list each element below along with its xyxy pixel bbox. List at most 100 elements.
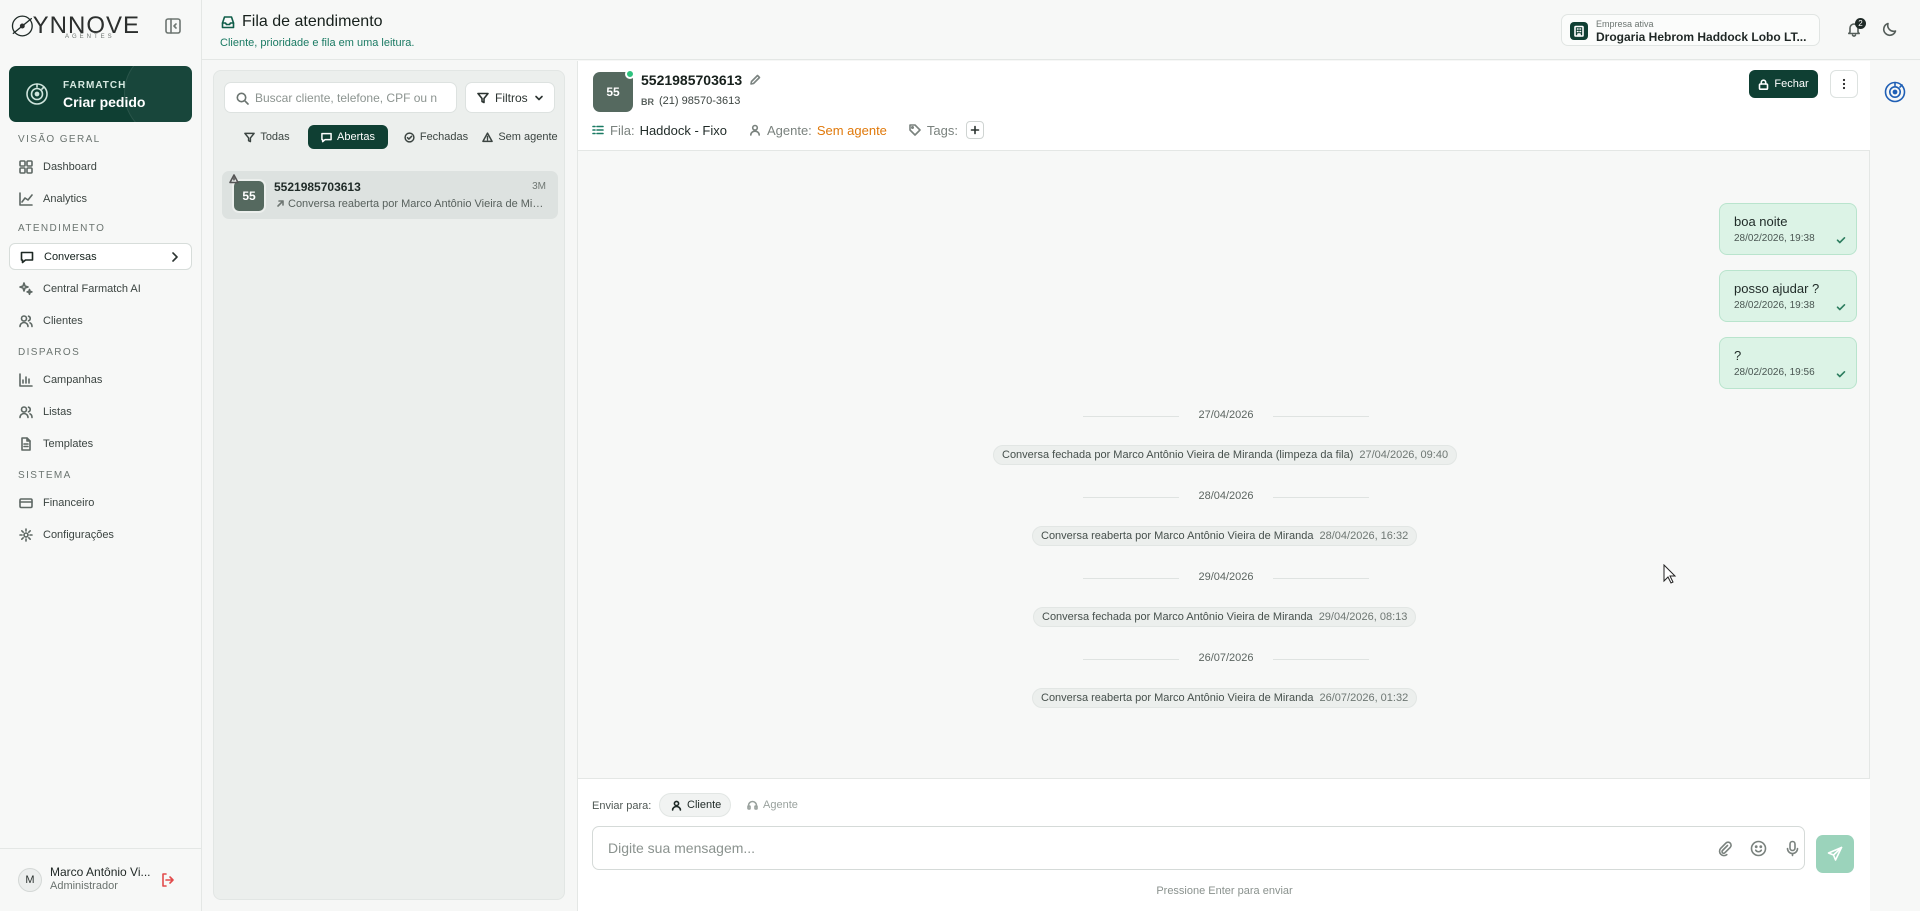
messages-area: boa noite 28/02/2026, 19:38 posso ajudar… bbox=[578, 152, 1871, 778]
client-option-label: Cliente bbox=[687, 799, 722, 811]
sidebar-item-label: Central Farmatch AI bbox=[43, 282, 141, 295]
date-divider-label: 28/04/2026 bbox=[1198, 490, 1254, 502]
alert-triangle-icon bbox=[229, 174, 239, 184]
sidebar-item-campanhas[interactable]: Campanhas bbox=[9, 366, 192, 393]
company-label: Empresa ativa bbox=[1596, 19, 1654, 29]
user-role: Administrador bbox=[50, 880, 118, 892]
pencil-icon[interactable] bbox=[749, 74, 761, 86]
alert-triangle-icon bbox=[482, 131, 494, 142]
send-to-label: Enviar para: bbox=[592, 800, 652, 812]
system-event-time: 27/04/2026, 09:40 bbox=[1359, 449, 1449, 461]
sidebar-item-label: Conversas bbox=[44, 250, 97, 263]
page-subtitle: Cliente, prioridade e fila em uma leitur… bbox=[220, 37, 415, 49]
message-text: posso ajudar ? bbox=[1734, 281, 1820, 296]
user-profile[interactable]: M Marco Antônio Vi... Administrador bbox=[0, 848, 202, 911]
brand-logo[interactable]: YNNOVE AGENTES bbox=[10, 8, 140, 44]
sidebar-item-clientes[interactable]: Clientes bbox=[9, 307, 192, 334]
agent-value[interactable]: Sem agente bbox=[817, 123, 887, 138]
contact-country: BR bbox=[641, 97, 654, 107]
chat-panel: 55 5521985703613 BR (21) 98570-3613 Fila… bbox=[577, 61, 1871, 911]
sidebar-item-central-farmatch[interactable]: Central Farmatch AI bbox=[9, 275, 192, 302]
send-button[interactable] bbox=[1816, 835, 1854, 873]
chevron-right-icon bbox=[172, 252, 178, 262]
gear-icon bbox=[19, 527, 33, 542]
nav-section-system: SISTEMA bbox=[18, 470, 72, 481]
cta-action-label: Criar pedido bbox=[63, 94, 146, 110]
building-icon bbox=[1570, 22, 1588, 40]
system-event: Conversa fechada por Marco Antônio Vieir… bbox=[993, 445, 1458, 465]
tab-fechadas[interactable]: Fechadas bbox=[396, 125, 476, 149]
sidebar-item-financeiro[interactable]: Financeiro bbox=[9, 489, 192, 516]
sparkles-icon bbox=[19, 281, 33, 295]
send-to-agent-option[interactable]: Agente bbox=[737, 793, 809, 817]
chart-line-icon bbox=[19, 191, 33, 206]
message-time: 28/02/2026, 19:56 bbox=[1734, 367, 1815, 378]
paperclip-icon[interactable] bbox=[1716, 840, 1733, 857]
mouse-cursor-icon bbox=[1663, 564, 1677, 584]
send-icon bbox=[1827, 846, 1843, 861]
user-icon bbox=[749, 124, 760, 136]
agent-label: Agente: bbox=[766, 122, 812, 138]
system-event: Conversa reaberta por Marco Antônio Viei… bbox=[1032, 526, 1418, 546]
message-time: 28/02/2026, 19:38 bbox=[1734, 300, 1815, 311]
message-input-box bbox=[592, 826, 1805, 870]
conversation-meta: Fila: Haddock - Fixo Agente: Sem agente … bbox=[592, 121, 984, 139]
sidebar-item-listas[interactable]: Listas bbox=[9, 398, 192, 425]
sidebar-item-configuracoes[interactable]: Configurações bbox=[9, 521, 192, 548]
chevron-down-icon bbox=[534, 95, 543, 100]
system-event: Conversa fechada por Marco Antônio Vieir… bbox=[1033, 607, 1417, 627]
add-tag-button[interactable] bbox=[966, 121, 984, 139]
message-composer: Enviar para: Cliente Agente Pressione En… bbox=[578, 778, 1871, 911]
conversation-preview: Conversa reaberta por Marco Antônio Viei… bbox=[288, 198, 546, 210]
chat-header: 55 5521985703613 BR (21) 98570-3613 Fila… bbox=[578, 61, 1871, 151]
farmatch-ai-icon[interactable] bbox=[1883, 80, 1907, 104]
notification-count-badge: 2 bbox=[1855, 18, 1866, 29]
arrow-up-right-icon bbox=[277, 200, 284, 207]
conversation-avatar: 55 bbox=[232, 179, 266, 213]
sidebar-item-analytics[interactable]: Analytics bbox=[9, 185, 192, 212]
tab-todas[interactable]: Todas bbox=[234, 125, 300, 149]
queue-value[interactable]: Haddock - Fixo bbox=[640, 123, 727, 138]
inbox-icon bbox=[221, 16, 235, 29]
message-text: boa noite bbox=[1734, 214, 1788, 229]
sidebar-item-templates[interactable]: Templates bbox=[9, 430, 192, 457]
company-selector[interactable]: Empresa ativa Drogaria Hebrom Haddock Lo… bbox=[1561, 14, 1820, 46]
tab-label: Abertas bbox=[337, 131, 375, 143]
conversation-list-item[interactable]: 55 5521985703613 3M Conversa reaberta po… bbox=[222, 171, 558, 219]
sidebar-item-label: Templates bbox=[43, 437, 94, 450]
system-event-time: 28/04/2026, 16:32 bbox=[1319, 530, 1409, 542]
sidebar-item-label: Listas bbox=[43, 405, 72, 418]
smile-icon[interactable] bbox=[1750, 840, 1767, 857]
credit-card-icon bbox=[19, 497, 33, 508]
company-name: Drogaria Hebrom Haddock Lobo LT... bbox=[1596, 30, 1807, 44]
logout-icon[interactable] bbox=[160, 872, 176, 888]
right-rail bbox=[1870, 61, 1920, 911]
conversation-list-panel: Filtros Todas Abertas Fechadas Sem agent… bbox=[213, 70, 565, 900]
search-box[interactable] bbox=[224, 82, 457, 113]
sidebar-item-dashboard[interactable]: Dashboard bbox=[9, 153, 192, 180]
close-conversation-button[interactable]: Fechar bbox=[1749, 70, 1818, 98]
sidebar-item-conversas[interactable]: Conversas bbox=[9, 243, 192, 270]
nav-section-overview: VISÃO GERAL bbox=[18, 134, 101, 145]
system-event-text: Conversa reaberta por Marco Antônio Viei… bbox=[1041, 530, 1314, 542]
sidebar-collapse-icon[interactable] bbox=[164, 17, 182, 35]
sidebar-item-label: Campanhas bbox=[43, 373, 103, 386]
tab-abertas[interactable]: Abertas bbox=[308, 125, 388, 149]
filters-button[interactable]: Filtros bbox=[465, 82, 555, 113]
tab-sem-agente[interactable]: Sem agente bbox=[479, 125, 561, 149]
top-header: Fila de atendimento Cliente, prioridade … bbox=[202, 0, 1920, 60]
create-order-button[interactable]: FARMATCH Criar pedido bbox=[9, 66, 192, 122]
send-to-client-option[interactable]: Cliente bbox=[659, 793, 731, 817]
microphone-icon[interactable] bbox=[1784, 840, 1801, 857]
user-name: Marco Antônio Vi... bbox=[50, 865, 151, 879]
farmatch-icon bbox=[26, 83, 48, 105]
contact-phone: (21) 98570-3613 bbox=[659, 95, 741, 107]
search-input[interactable] bbox=[255, 89, 451, 107]
more-options-button[interactable] bbox=[1830, 70, 1858, 98]
composer-hint: Pressione Enter para enviar bbox=[1156, 885, 1293, 897]
users-list-icon bbox=[19, 405, 33, 418]
sidebar-item-label: Analytics bbox=[43, 192, 88, 205]
message-input[interactable] bbox=[608, 840, 1648, 860]
nav-section-service: ATENDIMENTO bbox=[18, 223, 106, 234]
moon-icon[interactable] bbox=[1882, 21, 1898, 37]
